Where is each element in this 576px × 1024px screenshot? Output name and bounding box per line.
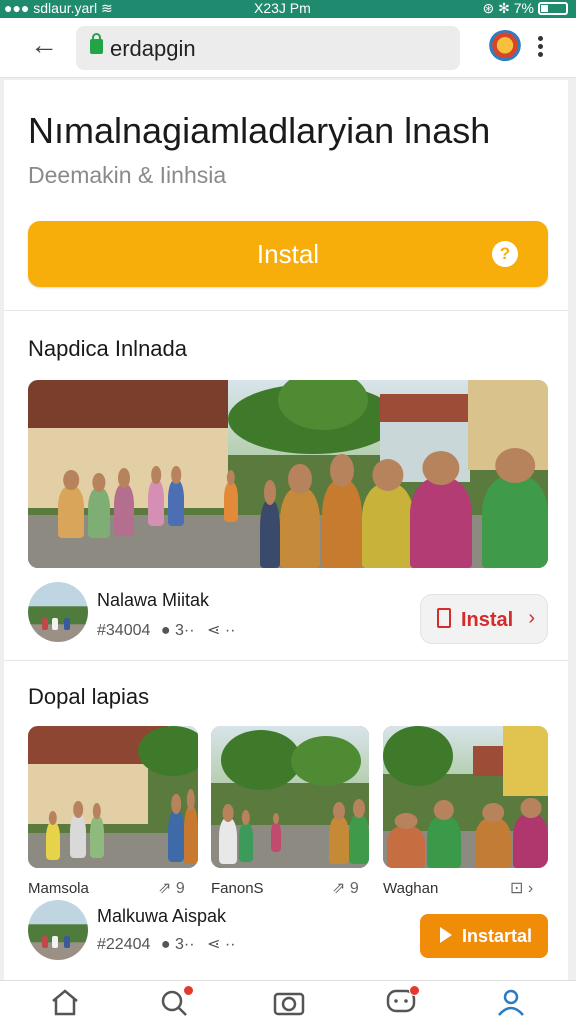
thumbnail[interactable] <box>383 726 548 868</box>
back-arrow-icon[interactable]: ← <box>30 31 58 60</box>
thumbnail-label: FanonS <box>211 880 264 897</box>
app-page: Nımalnagiamladlaryian lnash Deemakin & I… <box>4 80 568 980</box>
bottom-nav <box>0 980 576 1024</box>
like-count: 3 <box>174 936 184 953</box>
search-icon[interactable] <box>158 985 194 1017</box>
url-text: erdapgin <box>110 36 196 61</box>
item-name[interactable]: Nalawa Miitak <box>97 590 209 611</box>
thumbnail-count: 9 <box>175 880 185 897</box>
app-title: Nımalnagiamladlaryian lnash <box>28 110 491 151</box>
profile-icon[interactable] <box>494 987 528 1017</box>
more-menu-icon[interactable] <box>538 36 544 60</box>
thumbnail[interactable] <box>28 726 198 868</box>
item-install-button[interactable]: Instartal <box>420 914 548 958</box>
status-time: X23J Pm <box>254 0 311 16</box>
chevron-right-icon: › <box>528 607 535 629</box>
open-external-icon[interactable]: ⊡ › <box>510 878 533 898</box>
share-icon[interactable]: ⋖ ·· <box>207 936 236 953</box>
browser-toolbar: ← erdapgin <box>0 18 576 78</box>
featured-photo[interactable] <box>28 380 548 568</box>
camera-icon[interactable] <box>272 987 306 1017</box>
thumbnail-count: 9 <box>349 880 359 897</box>
share-icon[interactable]: ⋖ ·· <box>207 622 236 639</box>
item-id: #34004 <box>97 622 151 639</box>
like-icon[interactable]: ● <box>161 936 171 953</box>
item-install-label: Instartal <box>462 926 533 946</box>
divider <box>4 310 568 311</box>
address-bar[interactable]: erdapgin <box>76 26 460 70</box>
thumbnail-label: Mamsola <box>28 880 89 897</box>
section-title: Napdica Inlnada <box>28 336 188 361</box>
avatar[interactable] <box>28 900 88 960</box>
app-subtitle: Deemakin & Iinhsia <box>28 162 227 188</box>
status-bar: ●●● sdlaur.yarl ≋ X23J Pm ⊛ ✻ 7% <box>0 0 576 18</box>
item-meta: #34004 ● 3·· ⋖ ·· <box>97 622 236 639</box>
status-right: ⊛ ✻ 7% <box>483 0 568 16</box>
item-id: #22404 <box>97 936 151 953</box>
item-name[interactable]: Malkuwa Aispak <box>97 906 226 927</box>
carrier-label: ●●● sdlaur.yarl ≋ <box>4 0 113 16</box>
notification-badge <box>183 985 194 996</box>
install-status-icon: ? <box>492 241 518 267</box>
like-icon[interactable]: ● <box>161 622 171 639</box>
battery-icon <box>538 2 568 15</box>
chat-icon[interactable] <box>384 985 420 1017</box>
thumbnail[interactable] <box>211 726 369 868</box>
lock-icon <box>90 33 103 54</box>
install-doc-icon <box>437 608 451 628</box>
battery-percent: 7% <box>513 0 534 16</box>
install-button[interactable]: Instal ? <box>28 221 548 287</box>
item-install-label: Instal <box>461 609 514 631</box>
section-title: Dopal lapias <box>28 684 150 709</box>
item-meta: #22404 ● 3·· ⋖ ·· <box>97 936 236 953</box>
avatar[interactable] <box>28 582 88 642</box>
site-logo[interactable] <box>488 30 522 64</box>
item-install-button[interactable]: Instal › <box>420 594 548 644</box>
play-icon <box>440 927 452 943</box>
divider <box>4 660 568 661</box>
install-button-label: Instal <box>256 239 320 269</box>
home-icon[interactable] <box>48 987 82 1017</box>
share-icon[interactable]: ⇗ 9 <box>158 878 185 898</box>
thumbnail-label: Waghan <box>383 880 439 897</box>
share-icon[interactable]: ⇗ 9 <box>332 878 359 898</box>
notification-badge <box>409 985 420 996</box>
like-count: 3 <box>174 622 184 639</box>
